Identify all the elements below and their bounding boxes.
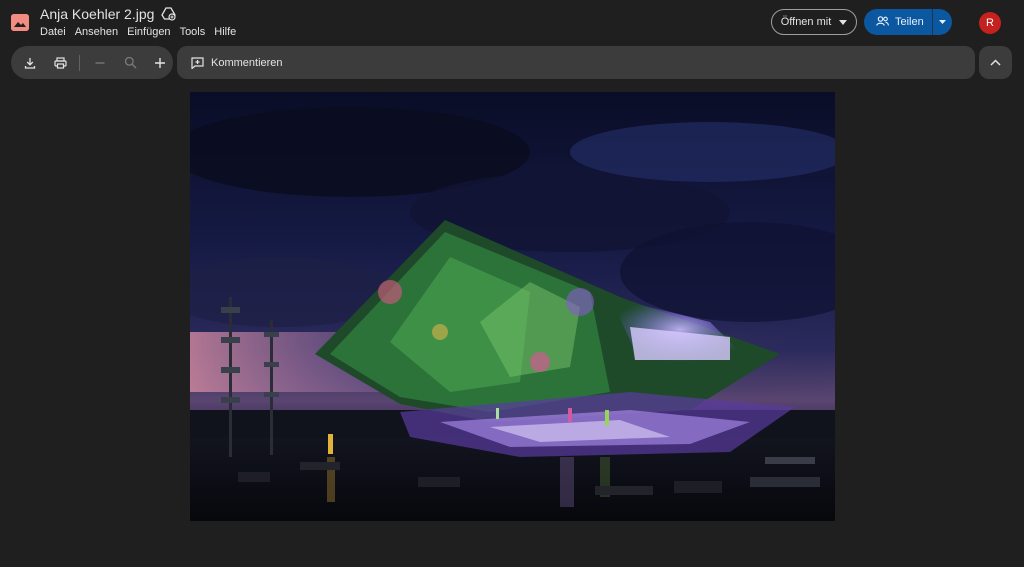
minus-icon (95, 61, 105, 64)
comment-toolbar: Kommentieren (177, 46, 975, 79)
top-bar: Anja Koehler 2.jpg Datei Ansehen Einfüge… (0, 0, 1024, 44)
download-button[interactable] (17, 50, 43, 76)
collapse-toolbar-button[interactable] (979, 46, 1012, 79)
menu-item-ansehen[interactable]: Ansehen (75, 26, 118, 38)
menu-item-datei[interactable]: Datei (40, 26, 66, 38)
magnifier-icon (124, 56, 136, 69)
zoom-out-button[interactable] (87, 50, 113, 76)
download-icon (24, 57, 36, 69)
menu-item-einfuegen[interactable]: Einfügen (127, 26, 170, 38)
people-icon (876, 15, 889, 29)
avatar[interactable]: R (979, 12, 1001, 34)
image-preview (190, 92, 835, 521)
toolbar-divider (79, 54, 80, 71)
share-divider (932, 9, 933, 35)
stage-photo (190, 92, 835, 521)
caret-down-icon (839, 16, 848, 28)
share-button-group: Teilen (864, 9, 952, 35)
menu-bar: Datei Ansehen Einfügen Tools Hilfe (40, 26, 245, 38)
comment-label: Kommentieren (211, 56, 283, 69)
print-button[interactable] (47, 50, 73, 76)
zoom-reset-button[interactable] (117, 50, 143, 76)
zoom-in-button[interactable] (147, 50, 173, 76)
menu-item-tools[interactable]: Tools (180, 26, 206, 38)
open-with-label: Öffnen mit (780, 16, 832, 28)
add-to-drive-icon[interactable] (161, 7, 177, 21)
file-title: Anja Koehler 2.jpg (40, 6, 177, 22)
viewer-toolbar (11, 46, 173, 79)
open-with-button[interactable]: Öffnen mit (771, 9, 857, 35)
file-name[interactable]: Anja Koehler 2.jpg (40, 6, 154, 22)
image-icon (11, 14, 29, 31)
chevron-up-icon (990, 59, 1001, 66)
add-comment-icon (191, 56, 204, 69)
plus-icon (155, 57, 165, 68)
share-options-button[interactable] (933, 9, 952, 35)
avatar-initial: R (986, 17, 994, 29)
caret-down-icon (939, 20, 946, 24)
comment-button[interactable]: Kommentieren (191, 57, 283, 69)
menu-item-hilfe[interactable]: Hilfe (214, 26, 236, 38)
share-label: Teilen (895, 16, 924, 28)
print-icon (53, 56, 67, 69)
share-button[interactable]: Teilen (864, 9, 932, 35)
